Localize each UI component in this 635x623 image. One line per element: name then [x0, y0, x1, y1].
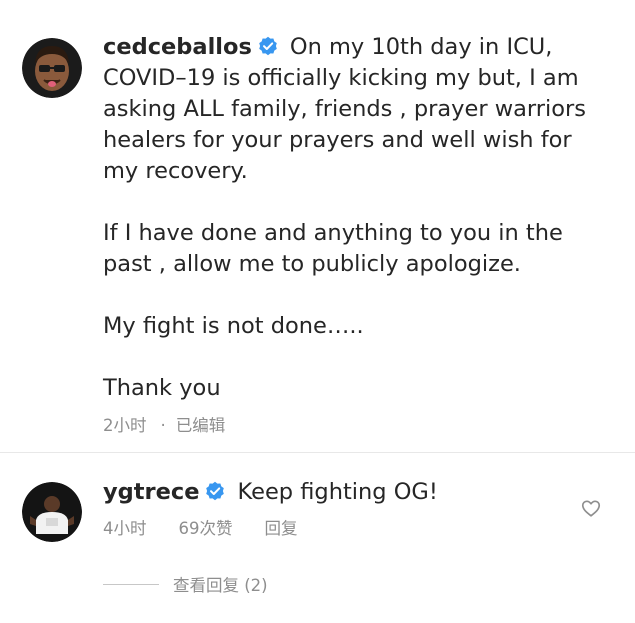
comment-username[interactable]: ygtrece [103, 479, 199, 505]
avatar-image-icon [22, 38, 82, 98]
post: cedceballos On my 10th day in ICU, COVID–… [0, 0, 635, 452]
post-caption: cedceballos On my 10th day in ICU, COVID–… [103, 32, 603, 404]
post-caption-text: On my 10th day in ICU, COVID–19 is offic… [103, 34, 587, 401]
verified-badge-icon [205, 481, 225, 501]
edited-label: 已编辑 [175, 416, 226, 435]
avatar[interactable] [22, 482, 82, 542]
view-replies-label: 查看回复 (2) [173, 576, 268, 595]
comment-body: Keep fighting OG! [237, 479, 438, 505]
post-username[interactable]: cedceballos [103, 34, 252, 60]
divider [0, 452, 635, 453]
view-replies-button[interactable]: 查看回复 (2) [103, 572, 268, 596]
heart-icon[interactable] [580, 497, 602, 519]
meta-separator: · [160, 416, 166, 435]
reply-button[interactable]: 回复 [265, 515, 298, 539]
replies-divider-line [103, 583, 159, 585]
post-timestamp: 2小时 [103, 416, 147, 435]
comment-meta: 4小时 69次赞 回复 [103, 515, 298, 539]
comment-likes-count[interactable]: 69次赞 [179, 515, 233, 539]
post-meta: 2小时 · 已编辑 [103, 412, 225, 436]
avatar-image-icon [22, 482, 82, 542]
comment-timestamp: 4小时 [103, 519, 147, 538]
comment-text: ygtrece Keep fighting OG! [103, 477, 438, 508]
avatar[interactable] [22, 38, 82, 98]
verified-badge-icon [258, 36, 278, 56]
